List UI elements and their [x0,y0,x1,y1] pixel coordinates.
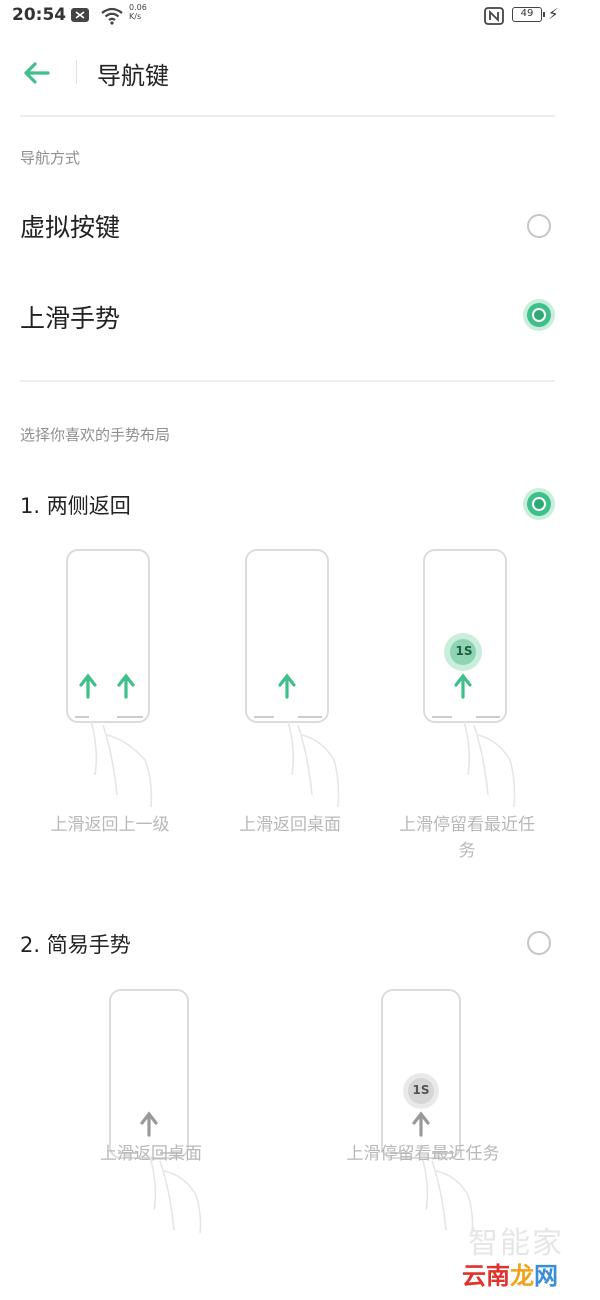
arrow-left-icon [24,62,50,84]
net-speed: 0.06 K/s [129,3,147,21]
illustration-recent-tasks [423,549,516,808]
option-virtual-keys-label: 虚拟按键 [20,213,121,242]
caption-back-to-home: 上滑返回桌面 [239,815,341,835]
notification-icon [71,8,89,22]
layout-2-title: 2. 简易手势 [20,933,131,957]
illustration-back-to-previous [66,549,153,808]
option-swipe-gesture[interactable]: 上滑手势 [0,287,600,343]
site-watermark: 云南龙网 [462,1262,558,1290]
illustration-simple-back-to-home [109,989,202,1234]
back-button[interactable] [20,56,54,90]
status-time: 20:54 [12,5,67,25]
hold-badge-2: 1S [412,1083,430,1097]
layout-both-sides-back[interactable]: 1. 两侧返回 [0,478,600,534]
caption-simple-back-to-home: 上滑返回桌面 [100,1144,202,1164]
radio-selected-dot [532,308,546,322]
caption-back-to-previous: 上滑返回上一级 [50,815,170,835]
wifi-icon [101,7,123,25]
status-bar: 20:54 0.06 K/s 49 ⚡ [0,0,600,32]
layout-2-radio[interactable] [527,931,551,955]
page-title: 导航键 [97,62,169,90]
layout-1-title: 1. 两侧返回 [20,494,131,518]
radio-selected-dot [532,497,546,511]
caption-simple-recent-tasks: 上滑停留看最近任务 [346,1144,500,1164]
layout-simple-gesture[interactable]: 2. 简易手势 [0,917,600,973]
header-rule [20,115,555,117]
charging-icon: ⚡ [548,5,559,23]
gesture-layout-section-label: 选择你喜欢的手势布局 [20,426,171,444]
option-swipe-gesture-label: 上滑手势 [20,304,121,333]
virtual-keys-radio[interactable] [527,214,551,238]
battery-icon: 49 [512,7,545,22]
nav-mode-section-label: 导航方式 [20,149,81,167]
illustration-back-to-home [245,549,340,808]
header-divider [76,60,77,84]
swipe-gesture-radio[interactable] [527,303,551,327]
option-virtual-keys[interactable]: 虚拟按键 [0,198,600,254]
hold-badge-1: 1S [455,644,473,658]
section-rule [20,380,555,382]
layout-1-radio[interactable] [527,492,551,516]
caption-recent-tasks: 上滑停留看最近任 务 [399,815,535,861]
nfc-icon [484,7,504,25]
illustration-simple-recent-tasks [381,989,474,1234]
